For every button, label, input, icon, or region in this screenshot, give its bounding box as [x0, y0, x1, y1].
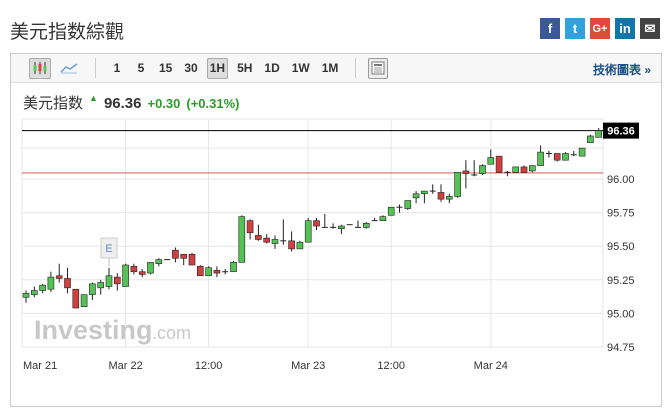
- candle-body: [421, 190, 428, 195]
- candle-body: [479, 165, 486, 174]
- x-tick-label: 12:00: [195, 360, 223, 372]
- candle-body: [155, 259, 163, 264]
- candle-body: [213, 270, 221, 274]
- candle-body: [553, 153, 561, 161]
- candle-body: [528, 165, 536, 172]
- watermark-logo: Investing: [34, 315, 153, 345]
- candle-body: [147, 262, 154, 274]
- candle-body: [255, 235, 262, 240]
- x-tick-label: Mar 22: [108, 360, 142, 372]
- candle-body: [47, 276, 55, 290]
- x-tick-label: Mar 23: [291, 360, 325, 372]
- candle-body: [188, 253, 196, 266]
- candle-body: [578, 147, 586, 157]
- candle-body: [263, 237, 271, 243]
- candle-body: [180, 253, 187, 259]
- candle-body: [462, 170, 470, 174]
- y-tick-label: 94.75: [607, 342, 635, 354]
- candle-body: [362, 223, 370, 228]
- candle-body: [304, 220, 312, 243]
- y-tick-label: 96.00: [607, 174, 635, 186]
- candle-body: [64, 278, 71, 289]
- candle-body: [512, 166, 520, 173]
- candle-body: [495, 155, 503, 173]
- candle-body: [22, 292, 30, 298]
- x-tick-label: Mar 24: [474, 360, 508, 372]
- candle-body: [55, 275, 63, 279]
- candle-body: [105, 275, 113, 287]
- candle-body: [72, 288, 80, 309]
- candle-body: [537, 151, 544, 166]
- candle-body: [313, 220, 320, 227]
- candle-body: [138, 271, 146, 275]
- candle-body: [114, 276, 121, 285]
- x-tick-label: 12:00: [377, 360, 405, 372]
- y-tick-label: 95.50: [607, 241, 635, 253]
- candle-body: [412, 193, 420, 199]
- candle-body: [30, 290, 38, 295]
- last-price-tag-label: 96.36: [607, 126, 635, 138]
- candle-body: [520, 166, 528, 173]
- candle-body: [246, 220, 254, 234]
- candle-body: [205, 267, 212, 277]
- candle-body: [122, 264, 129, 287]
- candle-body: [338, 225, 345, 230]
- candle-body: [288, 240, 295, 250]
- y-tick-label: 95.25: [607, 275, 635, 287]
- candle-body: [271, 239, 279, 244]
- candle-body: [404, 200, 412, 209]
- candle-body: [197, 266, 204, 277]
- candle-body: [230, 262, 237, 273]
- candle-body: [130, 266, 138, 273]
- y-tick-label: 95.75: [607, 208, 635, 220]
- candle-body: [97, 282, 104, 289]
- candle-body: [172, 249, 179, 259]
- candle-body: [238, 216, 246, 263]
- candle-body: [595, 130, 603, 138]
- event-marker-label: E: [105, 243, 112, 255]
- candle-body: [89, 283, 96, 295]
- candle-body: [379, 216, 387, 221]
- candle-body: [80, 294, 88, 307]
- candle-body: [445, 196, 453, 200]
- y-tick-label: 95.00: [607, 308, 635, 320]
- candle-body: [487, 157, 495, 165]
- candle-body: [454, 171, 461, 197]
- candle-body: [387, 206, 395, 216]
- watermark-logo-suffix: .com: [152, 323, 191, 343]
- candle-body: [437, 192, 445, 200]
- plot-area: [21, 118, 604, 348]
- x-tick-label: Mar 21: [23, 360, 57, 372]
- candle-body: [562, 153, 569, 161]
- candle-body: [296, 241, 304, 250]
- price-chart[interactable]: 96.00 95.75 95.50 95.25 95.00 94.75 Mar 21 Mar …: [0, 0, 670, 415]
- candle-body: [587, 135, 594, 144]
- candle-body: [39, 284, 46, 291]
